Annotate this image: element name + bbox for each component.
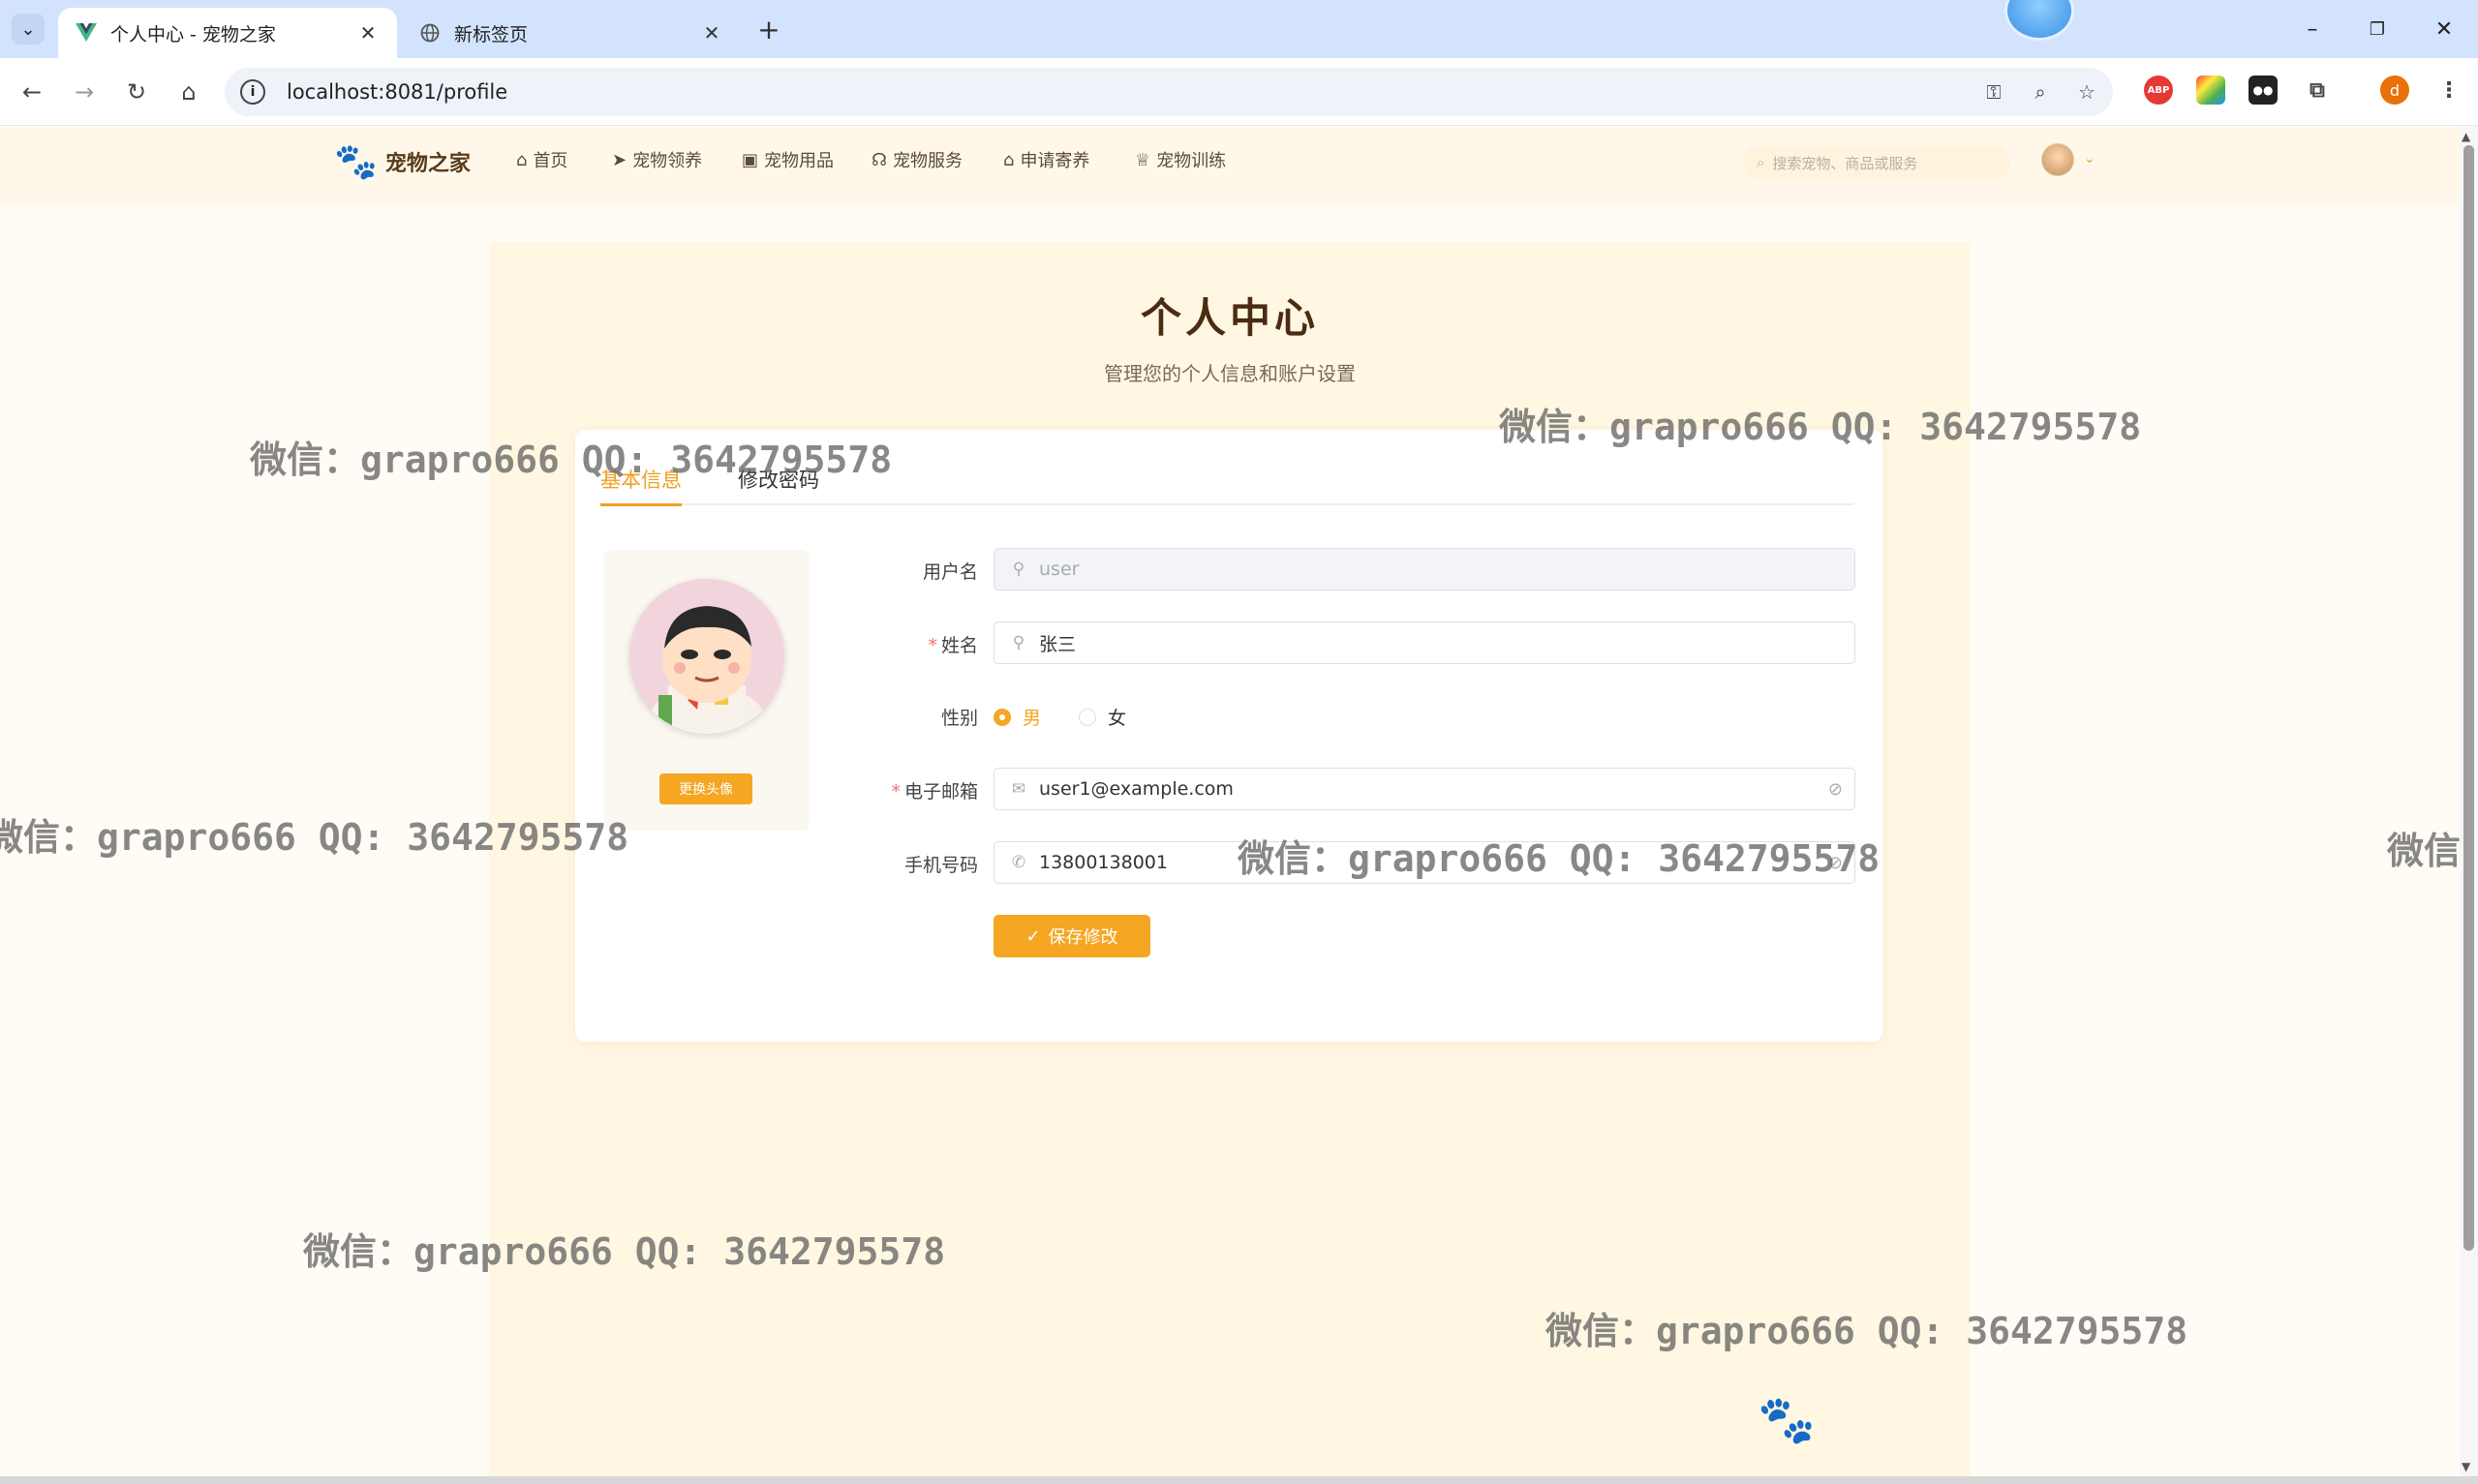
- nav-services[interactable]: ☊ 宠物服务: [872, 147, 963, 172]
- save-label: 保存修改: [1048, 927, 1118, 948]
- phone-icon: ✆: [1011, 853, 1026, 872]
- globe-icon: [419, 22, 441, 44]
- check-icon: ✓: [1025, 925, 1041, 947]
- color-extension-icon[interactable]: [2196, 76, 2225, 105]
- search-placeholder: 搜索宠物、商品或服务: [1772, 154, 1918, 172]
- home-icon: ⌂: [516, 149, 528, 170]
- forward-arrow-icon[interactable]: →: [68, 76, 101, 108]
- tab-title: 新标签页: [454, 23, 529, 45]
- email-value: user1@example.com: [1039, 778, 1234, 800]
- username-value: user: [1039, 559, 1080, 580]
- page-title: 个人中心: [1140, 294, 1319, 342]
- watermark: 微信：grapro666 QQ: 3642795578: [303, 1230, 946, 1273]
- watermark: 微信：grapro666 QQ: 3642795578: [1545, 1310, 2188, 1352]
- bottom-edge: [0, 1476, 2478, 1484]
- nav-boarding[interactable]: ⌂ 申请寄养: [1003, 147, 1089, 172]
- name-label: * 姓名: [928, 635, 978, 656]
- radio-dot: [1079, 708, 1096, 726]
- nav-supplies[interactable]: ▣ 宠物用品: [742, 147, 834, 172]
- nav-training[interactable]: ♕ 宠物训练: [1135, 147, 1226, 172]
- phone-label: 手机号码: [903, 855, 978, 876]
- zoom-icon[interactable]: ⌕: [2026, 77, 2055, 106]
- nav-label: 宠物训练: [1156, 151, 1227, 171]
- home-icon[interactable]: ⌂: [172, 76, 205, 108]
- site-info-icon[interactable]: i: [240, 79, 265, 105]
- restore-button[interactable]: ❐: [2348, 10, 2406, 48]
- watermark: 微信：grapro666 QQ: 3642795578: [250, 439, 893, 481]
- paw-logo-icon: 🐾: [334, 142, 378, 182]
- extensions-puzzle-icon[interactable]: ⧉: [2303, 76, 2332, 105]
- scrollbar-thumb[interactable]: [2463, 145, 2474, 1251]
- user-icon: ⚲: [1012, 633, 1025, 652]
- adblock-extension-icon[interactable]: ABP: [2144, 76, 2173, 105]
- mail-icon: ✉: [1011, 779, 1026, 799]
- browser-tab-newtab[interactable]: 新标签页 ✕: [402, 8, 741, 58]
- nav-label: 申请寄养: [1020, 151, 1090, 171]
- site-logo[interactable]: 🐾 宠物之家: [334, 141, 471, 182]
- site-search-input[interactable]: ⌕ 搜索宠物、商品或服务: [1743, 145, 2010, 180]
- name-value: 张三: [1039, 633, 1077, 655]
- nav-label: 宠物领养: [632, 151, 703, 171]
- email-field[interactable]: ✉ user1@example.com ⊘: [994, 768, 1855, 810]
- tab-close-icon[interactable]: ✕: [700, 21, 723, 45]
- house-icon: ⌂: [1003, 149, 1015, 170]
- gender-radio-male[interactable]: 男: [994, 704, 1041, 730]
- tab-close-icon[interactable]: ✕: [356, 21, 380, 45]
- radio-dot: [994, 708, 1011, 726]
- watermark: 微信：grapro666 QQ: 3642795578: [2387, 830, 2460, 872]
- profile-avatar[interactable]: d: [2380, 76, 2409, 105]
- gender-label: 性别: [940, 708, 978, 729]
- username-field[interactable]: ⚲ user: [994, 548, 1855, 591]
- user-avatar[interactable]: [2041, 143, 2074, 176]
- user-outline-icon: ⚲: [1012, 560, 1025, 579]
- tab-list-chevron-icon[interactable]: ⌄: [12, 14, 45, 45]
- tampermonkey-extension-icon[interactable]: ●●: [2249, 76, 2278, 105]
- check-circle-icon: ⊘: [1827, 778, 1843, 800]
- scroll-down-arrow-icon[interactable]: ▼: [2462, 1460, 2470, 1473]
- new-tab-button[interactable]: +: [751, 14, 786, 45]
- address-bar[interactable]: i localhost:8081/profile: [225, 68, 2113, 116]
- nav-label: 宠物服务: [893, 151, 963, 171]
- back-arrow-icon[interactable]: ←: [15, 76, 48, 108]
- save-button[interactable]: ✓ 保存修改: [994, 915, 1150, 957]
- nav-adopt[interactable]: ➤ 宠物领养: [612, 147, 702, 172]
- url-text: localhost:8081/profile: [287, 80, 508, 104]
- change-avatar-button[interactable]: 更换头像: [659, 773, 752, 804]
- nav-label: 宠物用品: [764, 151, 835, 171]
- watermark: 微信：grapro666 QQ: 3642795578: [0, 816, 629, 859]
- window-close-button[interactable]: ✕: [2415, 10, 2473, 48]
- profile-avatar-image: [629, 579, 784, 734]
- chevron-down-icon[interactable]: ⌄: [2084, 151, 2096, 167]
- watermark: 微信：grapro666 QQ: 3642795578: [1499, 406, 2142, 448]
- name-field[interactable]: ⚲ 张三: [994, 621, 1855, 664]
- nav-label: 首页: [533, 151, 568, 171]
- phone-value: 13800138001: [1039, 852, 1168, 873]
- scroll-up-arrow-icon[interactable]: ▲: [2462, 130, 2470, 143]
- username-label: 用户名: [922, 561, 978, 583]
- tab-title: 个人中心 - 宠物之家: [110, 23, 276, 45]
- search-icon: ⌕: [1757, 154, 1765, 171]
- email-label: * 电子邮箱: [891, 781, 978, 803]
- page-subtitle: 管理您的个人信息和账户设置: [1104, 362, 1356, 385]
- send-icon: ➤: [612, 149, 627, 170]
- bag-icon: ▣: [742, 149, 759, 170]
- vue-logo-icon: [76, 22, 97, 44]
- trophy-icon: ♕: [1135, 149, 1151, 170]
- radio-label: 女: [1108, 708, 1127, 729]
- minimize-button[interactable]: –: [2283, 10, 2341, 48]
- reload-icon[interactable]: ↻: [120, 76, 153, 108]
- gender-radio-female[interactable]: 女: [1079, 704, 1126, 730]
- headset-icon: ☊: [872, 149, 887, 170]
- nav-home[interactable]: ⌂ 首页: [516, 147, 567, 172]
- radio-label: 男: [1023, 708, 1042, 729]
- key-icon[interactable]: ⚿: [1979, 77, 2008, 106]
- watermark: 微信：grapro666 QQ: 3642795578: [1238, 837, 1881, 880]
- menu-kebab-icon[interactable]: ⋮: [2434, 76, 2463, 105]
- bookmark-star-icon[interactable]: ☆: [2072, 77, 2101, 106]
- logo-text: 宠物之家: [384, 152, 471, 176]
- browser-tab-profile[interactable]: 个人中心 - 宠物之家 ✕: [58, 8, 397, 58]
- paw-decoration-icon: 🐾: [1758, 1393, 1816, 1447]
